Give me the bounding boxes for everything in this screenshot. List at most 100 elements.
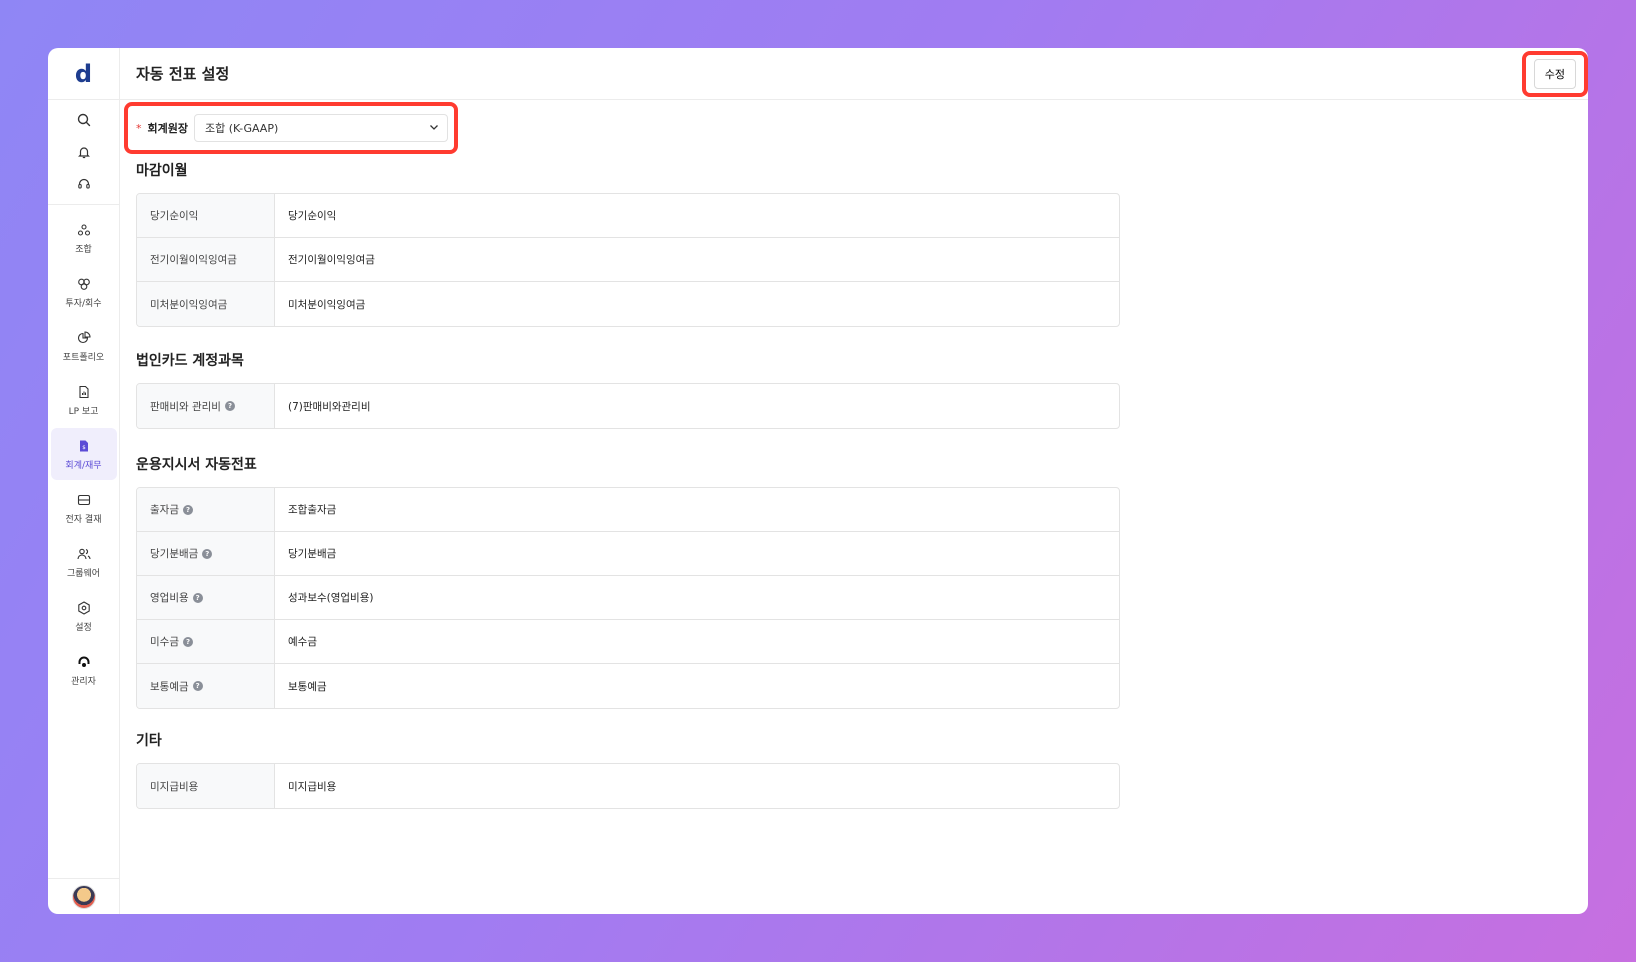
- nav-label: LP 보고: [68, 406, 99, 417]
- help-icon[interactable]: ?: [224, 401, 235, 411]
- logo[interactable]: d: [48, 48, 119, 100]
- nav-item-approval[interactable]: 전자 결재: [51, 482, 117, 534]
- page-header: 자동 전표 설정 수정: [120, 48, 1588, 100]
- table-row: 영업비용? 성과보수(영업비용): [137, 576, 1119, 620]
- row-key: 판매비와 관리비?: [137, 384, 275, 428]
- row-key: 전기이월이익잉여금: [137, 238, 275, 281]
- bell-icon[interactable]: [74, 142, 94, 162]
- help-icon[interactable]: ?: [192, 592, 203, 603]
- row-value: 당기순이익: [288, 210, 337, 222]
- row-key: 영업비용?: [137, 576, 275, 619]
- nav-item-investment[interactable]: 투자/회수: [51, 266, 117, 318]
- nav-label: 관리자: [71, 676, 96, 687]
- sidebar: d 조합 투자/회수 포트폴리오 LP 보고 $ 회계/재무 전자 결재 그룹웨…: [48, 48, 120, 914]
- association-icon: [76, 222, 92, 238]
- row-value: 미지급비용: [288, 780, 337, 793]
- row-key: 출자금?: [137, 488, 275, 531]
- row-value: (7)판매비와관리비: [288, 400, 371, 413]
- etc-table: 미지급비용 미지급비용: [136, 763, 1120, 809]
- row-key: 미처분이익잉여금: [137, 282, 275, 326]
- section-title-etc: 기타: [136, 733, 162, 749]
- row-value: 미처분이익잉여금: [288, 298, 366, 311]
- nav-label: 포트폴리오: [62, 352, 105, 363]
- admin-icon: [76, 654, 92, 670]
- nav-item-admin[interactable]: 관리자: [51, 644, 117, 696]
- ledger-select-value: 조합 (K-GAAP): [204, 122, 279, 135]
- row-key-text: 미지급비용: [150, 780, 199, 793]
- required-mark: *: [136, 121, 142, 135]
- row-key-text: 당기순이익: [150, 210, 199, 222]
- table-row: 미지급비용 미지급비용: [137, 764, 1119, 808]
- row-key-text: 전기이월이익잉여금: [150, 254, 237, 266]
- row-key-text: 판매비와 관리비: [150, 400, 221, 413]
- nav-label: 그룹웨어: [66, 568, 101, 579]
- report-icon: [76, 384, 92, 400]
- nav-item-groupware[interactable]: 그룹웨어: [51, 536, 117, 588]
- corporate-card-table: 판매비와 관리비? (7)판매비와관리비: [136, 383, 1120, 429]
- row-value: 전기이월이익잉여금: [288, 254, 375, 266]
- row-key: 당기순이익: [137, 194, 275, 237]
- investment-icon: [76, 276, 92, 292]
- section-title-corporate-card: 법인카드 계정과목: [136, 353, 244, 369]
- row-value: 조합출자금: [288, 504, 337, 516]
- chevron-down-icon: [429, 122, 439, 135]
- ledger-label: 회계원장: [147, 122, 188, 135]
- help-icon[interactable]: ?: [182, 504, 193, 515]
- table-row: 출자금? 조합출자금: [137, 488, 1119, 532]
- table-row: 판매비와 관리비? (7)판매비와관리비: [137, 384, 1119, 428]
- row-key-text: 당기분배금: [150, 548, 199, 560]
- row-value: 당기분배금: [288, 548, 337, 560]
- table-row: 당기순이익 당기순이익: [137, 194, 1119, 238]
- table-row: 당기분배금? 당기분배금: [137, 532, 1119, 576]
- nav-item-settings[interactable]: 설정: [51, 590, 117, 642]
- user-menu[interactable]: [48, 878, 119, 914]
- table-row: 전기이월이익잉여금 전기이월이익잉여금: [137, 238, 1119, 282]
- groupware-icon: [76, 546, 92, 562]
- order-voucher-table: 출자금? 조합출자금 당기분배금? 당기분배금 영업비용? 성과보수(영업비용)…: [136, 487, 1120, 709]
- row-value: 예수금: [288, 636, 317, 648]
- row-key: 보통예금?: [137, 664, 275, 708]
- row-key: 미지급비용: [137, 764, 275, 808]
- row-key-text: 미수금: [150, 636, 179, 648]
- row-key-text: 영업비용: [150, 592, 189, 604]
- table-row: 미수금? 예수금: [137, 620, 1119, 664]
- nav-item-portfolio[interactable]: 포트폴리오: [51, 320, 117, 372]
- accounting-icon: $: [76, 438, 92, 454]
- edit-highlight: 수정: [1521, 50, 1588, 97]
- row-key-text: 미처분이익잉여금: [150, 298, 228, 311]
- help-icon[interactable]: ?: [182, 636, 193, 647]
- settings-icon: [76, 600, 92, 616]
- row-key: 미수금?: [137, 620, 275, 663]
- table-row: 미처분이익잉여금 미처분이익잉여금: [137, 282, 1119, 326]
- quick-actions: [48, 100, 119, 205]
- main-content: 자동 전표 설정 수정 * 회계원장 조합 (K-GAAP) 마감이월 당기순이…: [120, 48, 1588, 914]
- nav-item-accounting[interactable]: $ 회계/재무: [50, 428, 117, 480]
- section-title-order-voucher: 운용지시서 자동전표: [136, 457, 257, 473]
- nav-item-lp-report[interactable]: LP 보고: [51, 374, 117, 426]
- main-nav: 조합 투자/회수 포트폴리오 LP 보고 $ 회계/재무 전자 결재 그룹웨어 …: [48, 205, 119, 697]
- ledger-selector: * 회계원장 조합 (K-GAAP): [124, 102, 458, 154]
- pie-chart-icon: [76, 330, 92, 346]
- help-icon[interactable]: ?: [192, 681, 203, 691]
- row-value: 보통예금: [288, 680, 327, 693]
- avatar[interactable]: [71, 884, 96, 909]
- page-title: 자동 전표 설정: [136, 65, 230, 83]
- headset-icon[interactable]: [74, 174, 94, 194]
- svg-text:$: $: [82, 445, 86, 451]
- row-value: 성과보수(영업비용): [288, 592, 374, 604]
- edit-button[interactable]: 수정: [1533, 58, 1576, 89]
- nav-label: 전자 결재: [65, 514, 102, 525]
- row-key: 당기분배금?: [137, 532, 275, 575]
- closing-table: 당기순이익 당기순이익 전기이월이익잉여금 전기이월이익잉여금 미처분이익잉여금…: [136, 193, 1120, 327]
- nav-label: 설정: [75, 622, 92, 633]
- row-key-text: 보통예금: [150, 680, 189, 693]
- row-key-text: 출자금: [150, 504, 179, 516]
- section-title-closing: 마감이월: [136, 163, 188, 179]
- nav-label: 조합: [75, 244, 92, 255]
- approval-icon: [76, 492, 92, 508]
- nav-item-association[interactable]: 조합: [51, 212, 117, 264]
- search-icon[interactable]: [74, 110, 94, 130]
- ledger-select[interactable]: 조합 (K-GAAP): [193, 114, 448, 142]
- help-icon[interactable]: ?: [202, 548, 213, 559]
- nav-label: 투자/회수: [65, 298, 102, 309]
